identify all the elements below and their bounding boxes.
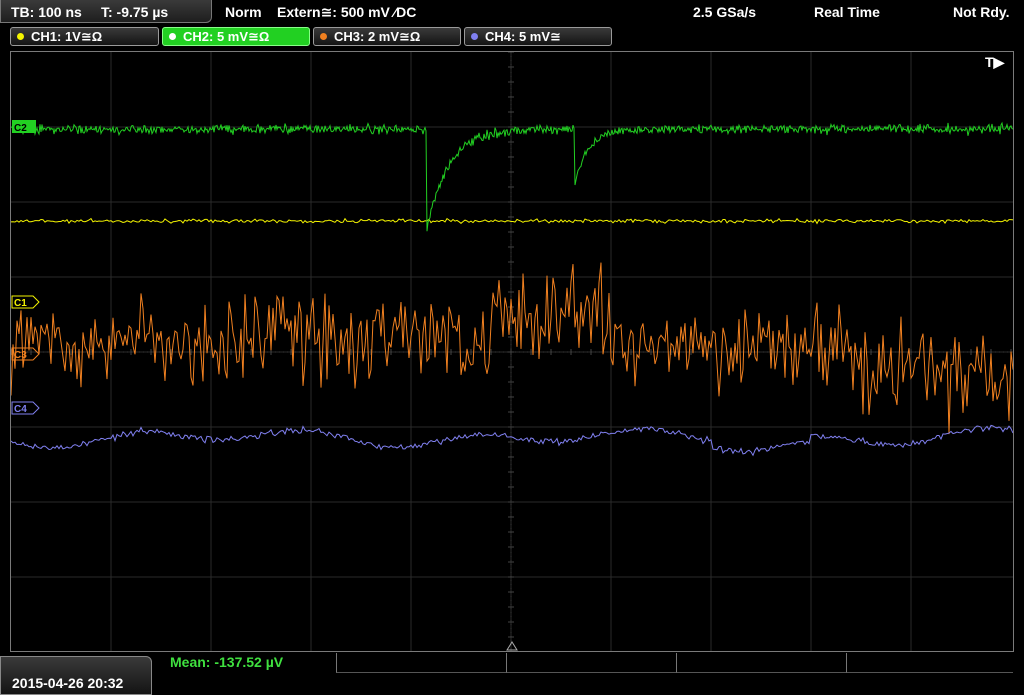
status-bar: TB: 100 ns T: -9.75 µs Norm Extern≅: 500… [0,0,1024,24]
svg-text:C3: C3 [14,350,27,361]
trigger-point-marker [506,641,518,651]
tab-ch1[interactable]: CH1: 1V≅Ω [10,27,159,46]
measurement-cell [336,653,507,673]
graticule [11,52,1013,651]
datetime-panel: 2015-04-26 20:32 [0,656,152,695]
measurement-cell [846,653,1013,673]
ch3-color-dot [320,33,327,40]
ch4-waveform [11,424,1013,457]
ch2-color-dot [169,33,176,40]
tab-ch1-label: CH1: 1V≅Ω [31,29,103,44]
mean-measurement: Mean: -137.52 µV [170,654,284,670]
trigger-source[interactable]: Extern≅: 500 mV ⁄DC [277,4,416,21]
acquisition-mode[interactable]: Real Time [814,4,880,20]
svg-text:C1: C1 [14,298,27,309]
tab-ch2-label: CH2: 5 mV≅Ω [183,29,270,44]
waveforms [11,121,1013,457]
run-status: Not Rdy. [953,4,1010,20]
tab-ch4-label: CH4: 5 mV≅ [485,29,561,44]
ch3-offset-marker[interactable]: C3 [11,347,40,361]
timebase-readout: TB: 100 ns [11,4,82,20]
trigger-mode[interactable]: Norm [225,4,262,20]
measurement-panel[interactable]: Mean: -137.52 µV [166,653,1013,693]
sample-rate: 2.5 GSa/s [693,4,757,20]
ch1-offset-marker[interactable]: C1 [11,295,40,309]
ch1-color-dot [17,33,24,40]
trigger-position-marker[interactable]: T▶ [985,54,1006,70]
ch4-offset-marker[interactable]: C4 [11,401,40,415]
datetime-readout: 2015-04-26 20:32 [12,675,124,691]
ch3-waveform [11,262,1013,435]
svg-text:C4: C4 [14,404,27,415]
ch4-color-dot [471,33,478,40]
channel-tabs: CH1: 1V≅Ω CH2: 5 mV≅Ω CH3: 2 mV≅Ω CH4: 5… [0,25,1024,48]
timebase-panel[interactable]: TB: 100 ns T: -9.75 µs [0,0,212,23]
tab-ch3[interactable]: CH3: 2 mV≅Ω [313,27,461,46]
svg-text:C2: C2 [14,123,27,134]
tab-ch2[interactable]: CH2: 5 mV≅Ω [162,27,310,46]
waveform-display[interactable]: C2 C1 C3 C4 T▶ [10,51,1014,652]
ch1-waveform [11,217,1013,225]
waveform-svg: C2 C1 C3 C4 T▶ [11,52,1013,651]
measurement-cell [676,653,847,673]
trigger-time-readout: T: -9.75 µs [101,4,169,20]
measurement-cell [506,653,677,673]
ch2-waveform [11,121,1013,232]
tab-ch4[interactable]: CH4: 5 mV≅ [464,27,612,46]
tab-ch3-label: CH3: 2 mV≅Ω [334,29,421,44]
ch2-offset-marker[interactable]: C2 [12,120,36,134]
